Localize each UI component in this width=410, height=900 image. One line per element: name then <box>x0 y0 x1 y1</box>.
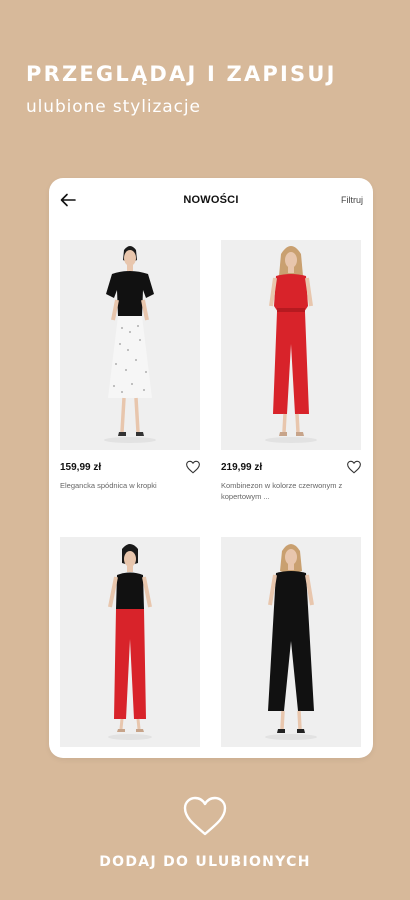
add-to-favorites-label: DODAJ DO ULUBIONYCH <box>99 854 311 870</box>
promo-title: PRZEGLĄDAJ I ZAPISUJ <box>26 62 337 86</box>
product-image[interactable] <box>221 240 361 450</box>
product-name: Elegancka spódnica w kropki <box>60 481 157 490</box>
app-screen: NOWOŚCI Filtruj 159,99 zł Elegancka spód… <box>49 178 373 758</box>
product-grid: 159,99 zł Elegancka spódnica w kropki 21… <box>49 178 373 758</box>
heart-outline-icon[interactable] <box>185 460 201 474</box>
product-card[interactable] <box>60 537 200 747</box>
product-name: Kombinezon w kolorze czerwonym z koperto… <box>221 481 343 501</box>
product-card[interactable]: 219,99 zł Kombinezon w kolorze czerwonym… <box>221 240 361 501</box>
heart-outline-icon[interactable] <box>346 460 362 474</box>
product-card[interactable] <box>221 537 361 747</box>
product-image[interactable] <box>60 240 200 450</box>
promo-subtitle: ulubione stylizacje <box>26 97 201 117</box>
product-price: 159,99 zł <box>60 462 102 473</box>
product-image[interactable] <box>221 537 361 747</box>
product-image[interactable] <box>60 537 200 747</box>
heart-outline-icon[interactable] <box>181 795 229 837</box>
product-card[interactable]: 159,99 zł Elegancka spódnica w kropki <box>60 240 200 490</box>
product-price: 219,99 zł <box>221 462 263 473</box>
